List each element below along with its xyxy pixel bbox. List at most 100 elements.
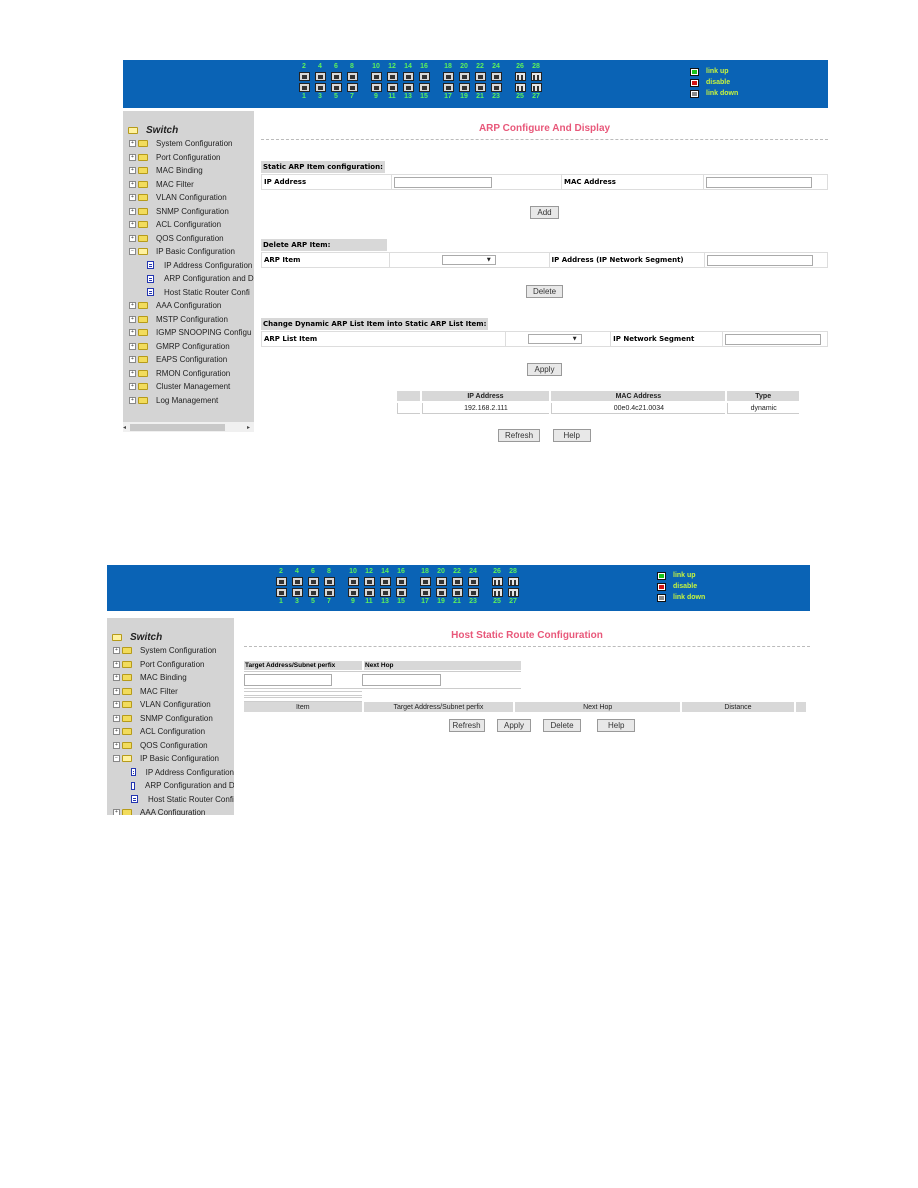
ethernet-port-icon[interactable] xyxy=(323,588,335,597)
fiber-port-icon[interactable] xyxy=(491,588,503,597)
sidebar-item[interactable]: IP Address Configuration xyxy=(107,766,234,780)
fiber-port-icon[interactable] xyxy=(514,72,526,81)
add-button[interactable]: Add xyxy=(530,206,559,219)
ethernet-port-icon[interactable] xyxy=(298,72,310,81)
sidebar-item[interactable]: + EAPS Configuration xyxy=(123,353,254,367)
ethernet-port-icon[interactable] xyxy=(418,72,430,81)
sidebar-item[interactable]: + AAA Configuration xyxy=(123,299,254,313)
fiber-port-icon[interactable] xyxy=(491,577,503,586)
ethernet-port-icon[interactable] xyxy=(467,588,479,597)
sidebar-item[interactable]: IP Address Configuration xyxy=(123,259,254,273)
ethernet-port-icon[interactable] xyxy=(291,577,303,586)
sidebar-item[interactable]: − IP Basic Configuration xyxy=(107,752,234,766)
ethernet-port-icon[interactable] xyxy=(370,83,382,92)
expand-icon[interactable]: + xyxy=(129,396,136,404)
next-hop-input[interactable] xyxy=(362,674,441,686)
expand-icon[interactable]: + xyxy=(113,674,120,682)
apply-button[interactable]: Apply xyxy=(527,363,562,376)
sidebar-item[interactable]: + Port Configuration xyxy=(107,658,234,672)
expand-icon[interactable]: + xyxy=(113,809,120,815)
ethernet-port-icon[interactable] xyxy=(346,83,358,92)
sidebar-item[interactable]: + QOS Configuration xyxy=(107,739,234,753)
ethernet-port-icon[interactable] xyxy=(291,588,303,597)
sidebar-item[interactable]: + VLAN Configuration xyxy=(107,698,234,712)
ethernet-port-icon[interactable] xyxy=(442,83,454,92)
ethernet-port-icon[interactable] xyxy=(379,577,391,586)
ip-network-segment-input[interactable] xyxy=(724,333,821,345)
ethernet-port-icon[interactable] xyxy=(419,577,431,586)
collapse-icon[interactable]: − xyxy=(129,248,136,256)
sidebar-item[interactable]: + Log Management xyxy=(123,394,254,408)
ethernet-port-icon[interactable] xyxy=(307,588,319,597)
fiber-port-icon[interactable] xyxy=(514,83,526,92)
delete-button[interactable]: Delete xyxy=(543,719,581,732)
sidebar-item[interactable]: Host Static Router Confi xyxy=(107,793,234,807)
expand-icon[interactable]: + xyxy=(113,660,120,668)
ethernet-port-icon[interactable] xyxy=(451,588,463,597)
fiber-port-icon[interactable] xyxy=(507,577,519,586)
sidebar-item[interactable]: + Port Configuration xyxy=(123,151,254,165)
expand-icon[interactable]: + xyxy=(129,369,136,377)
ethernet-port-icon[interactable] xyxy=(418,83,430,92)
ethernet-port-icon[interactable] xyxy=(435,577,447,586)
expand-icon[interactable]: + xyxy=(113,714,120,722)
sidebar-item[interactable]: ARP Configuration and D xyxy=(107,779,234,793)
scroll-right-icon[interactable]: ▸ xyxy=(247,424,250,431)
expand-icon[interactable]: + xyxy=(129,329,136,337)
ethernet-port-icon[interactable] xyxy=(323,577,335,586)
sidebar-item[interactable]: + SNMP Configuration xyxy=(123,205,254,219)
expand-icon[interactable]: + xyxy=(129,302,136,310)
ethernet-port-icon[interactable] xyxy=(442,72,454,81)
scrollbar-thumb[interactable] xyxy=(130,423,226,431)
ethernet-port-icon[interactable] xyxy=(467,577,479,586)
sidebar-item[interactable]: + MSTP Configuration xyxy=(123,313,254,327)
ethernet-port-icon[interactable] xyxy=(330,72,342,81)
expand-icon[interactable]: + xyxy=(113,741,120,749)
ethernet-port-icon[interactable] xyxy=(275,588,287,597)
expand-icon[interactable]: + xyxy=(129,207,136,215)
expand-icon[interactable]: + xyxy=(129,383,136,391)
ethernet-port-icon[interactable] xyxy=(490,72,502,81)
help-button[interactable]: Help xyxy=(597,719,636,732)
sidebar-item[interactable]: ARP Configuration and D xyxy=(123,272,254,286)
sidebar-item[interactable]: + SNMP Configuration xyxy=(107,712,234,726)
expand-icon[interactable]: + xyxy=(113,701,120,709)
ethernet-port-icon[interactable] xyxy=(363,588,375,597)
sidebar-item[interactable]: + MAC Filter xyxy=(123,178,254,192)
scroll-left-icon[interactable]: ◂ xyxy=(123,424,126,431)
ethernet-port-icon[interactable] xyxy=(370,72,382,81)
sidebar-horizontal-scrollbar[interactable]: ◂ ▸ xyxy=(123,422,254,432)
fiber-port-icon[interactable] xyxy=(507,588,519,597)
expand-icon[interactable]: + xyxy=(129,167,136,175)
ethernet-port-icon[interactable] xyxy=(419,588,431,597)
ethernet-port-icon[interactable] xyxy=(395,577,407,586)
table-row[interactable]: 192.168.2.111 00e0.4c21.0034 dynamic xyxy=(397,403,799,414)
sidebar-item[interactable]: + MAC Binding xyxy=(123,164,254,178)
ethernet-port-icon[interactable] xyxy=(386,72,398,81)
sidebar-item[interactable]: + ACL Configuration xyxy=(107,725,234,739)
sidebar-item[interactable]: + RMON Configuration xyxy=(123,367,254,381)
refresh-button[interactable]: Refresh xyxy=(498,429,541,442)
ethernet-port-icon[interactable] xyxy=(402,83,414,92)
fiber-port-icon[interactable] xyxy=(530,83,542,92)
ethernet-port-icon[interactable] xyxy=(458,72,470,81)
arp-list-item-select[interactable]: ▼ xyxy=(527,334,582,344)
ethernet-port-icon[interactable] xyxy=(330,83,342,92)
mac-address-input[interactable] xyxy=(706,176,812,188)
target-address-input[interactable] xyxy=(244,674,332,686)
expand-icon[interactable]: + xyxy=(113,647,120,655)
collapse-icon[interactable]: − xyxy=(113,755,120,763)
ethernet-port-icon[interactable] xyxy=(347,588,359,597)
ethernet-port-icon[interactable] xyxy=(363,577,375,586)
ethernet-port-icon[interactable] xyxy=(474,83,486,92)
ethernet-port-icon[interactable] xyxy=(298,83,310,92)
sidebar-item[interactable]: + MAC Binding xyxy=(107,671,234,685)
expand-icon[interactable]: + xyxy=(129,356,136,364)
ethernet-port-icon[interactable] xyxy=(386,83,398,92)
expand-icon[interactable]: + xyxy=(129,140,136,148)
sidebar-item[interactable]: + GMRP Configuration xyxy=(123,340,254,354)
delete-button[interactable]: Delete xyxy=(525,285,564,298)
ethernet-port-icon[interactable] xyxy=(346,72,358,81)
ethernet-port-icon[interactable] xyxy=(307,577,319,586)
sidebar-item[interactable]: + Cluster Management xyxy=(123,380,254,394)
